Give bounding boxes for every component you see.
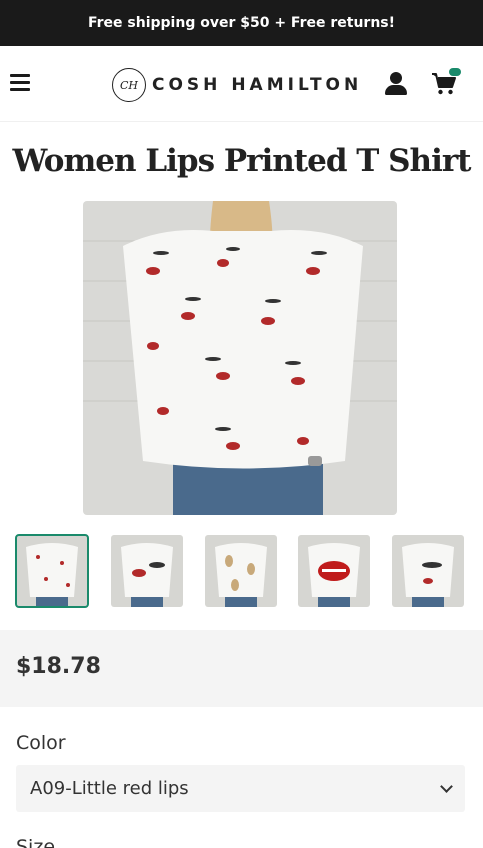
size-label: Size [16, 836, 56, 848]
announcement-bar: Free shipping over $50 + Free returns! [0, 0, 483, 46]
thumbnail-3[interactable] [205, 535, 277, 607]
thumbnail-5[interactable] [392, 535, 464, 607]
color-label: Color [16, 732, 66, 754]
thumbnail-strip [15, 534, 467, 608]
product-main-image[interactable] [83, 201, 397, 515]
cart-icon[interactable] [431, 68, 461, 98]
chevron-down-icon [440, 780, 453, 793]
color-select-value: A09-Little red lips [30, 778, 189, 799]
brand-logo[interactable]: CH COSH HAMILTON [112, 68, 362, 102]
hamburger-menu-icon[interactable] [10, 74, 30, 92]
announcement-text: Free shipping over $50 + Free returns! [87, 15, 396, 31]
thumbnail-1[interactable] [15, 534, 89, 608]
color-select[interactable]: A09-Little red lips [16, 765, 465, 812]
logo-mark: CH [112, 68, 146, 102]
product-title: Women Lips Printed T Shirt [12, 143, 472, 179]
thumbnail-4[interactable] [298, 535, 370, 607]
cart-count-badge [449, 68, 461, 76]
thumbnail-2[interactable] [111, 535, 183, 607]
site-header: CH COSH HAMILTON [0, 46, 483, 122]
user-icon[interactable] [385, 72, 407, 96]
brand-name: COSH HAMILTON [152, 75, 363, 95]
price-section: $18.78 [0, 630, 483, 707]
product-price: $18.78 [16, 654, 101, 679]
